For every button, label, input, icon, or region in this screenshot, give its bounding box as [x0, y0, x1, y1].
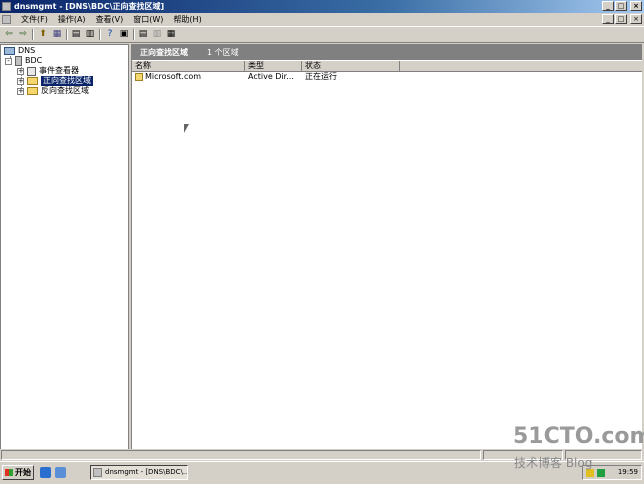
windows-flag-icon: [5, 469, 13, 476]
watermark-blog: 技术博客 Blog: [514, 456, 593, 470]
tree-label: 事件查看器: [39, 66, 79, 75]
show-desktop-icon[interactable]: [55, 467, 66, 478]
table-row[interactable]: Microsoft.com Active Dir... 正在运行: [132, 72, 642, 82]
tree-node-event-viewer[interactable]: + 事件查看器: [17, 66, 79, 76]
help-icon[interactable]: ?: [104, 29, 116, 40]
minimize-button[interactable]: _: [602, 1, 614, 11]
menu-window[interactable]: 窗口(W): [128, 13, 168, 26]
event-viewer-icon: [27, 66, 36, 76]
folder-icon: [27, 77, 38, 85]
properties-icon[interactable]: ▤: [70, 29, 82, 40]
app-icon[interactable]: [2, 2, 11, 11]
dns-icon: [4, 47, 15, 55]
network-icon[interactable]: [597, 469, 605, 477]
expand-icon[interactable]: +: [17, 87, 24, 95]
console-icon[interactable]: [2, 15, 11, 24]
tree-node-reverse-zones[interactable]: + 反向查找区域: [17, 86, 89, 96]
taskbar-button-dnsmgmt[interactable]: dnsmgmt - [DNS\BDC\...: [90, 465, 188, 480]
column-name[interactable]: 名称: [132, 61, 245, 71]
zone-count: 1 个区域: [207, 48, 239, 57]
tree-label-selected: 正向查找区域: [41, 76, 93, 86]
start-button[interactable]: 开始: [2, 465, 34, 480]
menu-help[interactable]: 帮助(H): [168, 13, 206, 26]
watermark-site: 51CTO.com: [513, 424, 644, 449]
cell-type: Active Dir...: [248, 72, 294, 81]
menu-view[interactable]: 查看(V): [91, 13, 129, 26]
tree-node-forward-zones[interactable]: + 正向查找区域: [17, 76, 93, 86]
mouse-cursor-shadow: [184, 124, 189, 133]
column-type[interactable]: 类型: [245, 61, 302, 71]
expand-icon[interactable]: +: [17, 77, 24, 85]
folder-icon: [27, 87, 38, 95]
back-icon[interactable]: ⇦: [3, 29, 15, 40]
export-list-icon[interactable]: ▥: [84, 29, 96, 40]
tree-node-dns[interactable]: DNS: [4, 46, 35, 56]
mdi-restore-button[interactable]: □: [615, 14, 627, 24]
details-title: 正向查找区域: [140, 48, 188, 57]
menu-action[interactable]: 操作(A): [53, 13, 91, 26]
menu-bar: 文件(F) 操作(A) 查看(V) 窗口(W) 帮助(H) _ □ ×: [0, 13, 644, 26]
dnsmgmt-icon: [93, 468, 102, 477]
cell-status: 正在运行: [305, 72, 337, 81]
console-tree-icon[interactable]: ▣: [118, 29, 130, 40]
tree-label: 反向查找区域: [41, 86, 89, 95]
status-panel-main: [1, 450, 481, 460]
collapse-icon[interactable]: -: [5, 57, 12, 65]
details-pane[interactable]: 正向查找区域 1 个区域 名称 类型 状态 Microsoft.com Acti…: [131, 44, 642, 449]
cell-name: Microsoft.com: [145, 72, 202, 81]
title-bar[interactable]: dnsmgmt - [DNS\BDC\正向查找区域] _ □ ×: [0, 0, 644, 13]
record-action-icon[interactable]: ▦: [165, 29, 177, 40]
expand-icon[interactable]: +: [17, 67, 24, 75]
tree-label: DNS: [18, 46, 36, 55]
details-header: 正向查找区域 1 个区域: [132, 45, 642, 60]
clock[interactable]: 19:59: [618, 466, 638, 479]
zone-action-icon[interactable]: ▥: [151, 29, 163, 40]
task-label: dnsmgmt - [DNS\BDC\...: [105, 468, 188, 476]
ie-icon[interactable]: [40, 467, 51, 478]
column-status[interactable]: 状态: [302, 61, 400, 71]
forward-icon[interactable]: ⇨: [17, 29, 29, 40]
mdi-minimize-button[interactable]: _: [602, 14, 614, 24]
mdi-close-button[interactable]: ×: [630, 14, 642, 24]
up-level-icon[interactable]: ⬆: [37, 29, 49, 40]
show-tree-icon[interactable]: ▦: [51, 29, 63, 40]
menu-file[interactable]: 文件(F): [16, 13, 53, 26]
column-headers: 名称 类型 状态: [132, 61, 642, 72]
start-label: 开始: [15, 468, 31, 477]
server-icon: [15, 56, 22, 66]
close-button[interactable]: ×: [630, 1, 642, 11]
maximize-button[interactable]: □: [615, 1, 627, 11]
window-title: dnsmgmt - [DNS\BDC\正向查找区域]: [14, 2, 165, 11]
server-action-icon[interactable]: ▤: [137, 29, 149, 40]
tree-node-server[interactable]: - BDC: [5, 56, 42, 66]
toolbar: ⇦ ⇨ ⬆ ▦ ▤ ▥ ? ▣ ▤ ▥ ▦: [0, 26, 644, 43]
tree-label: BDC: [25, 56, 43, 65]
console-tree-pane[interactable]: DNS - BDC + 事件查看器 + 正向查找区域 + 反向查找区域: [0, 44, 129, 449]
